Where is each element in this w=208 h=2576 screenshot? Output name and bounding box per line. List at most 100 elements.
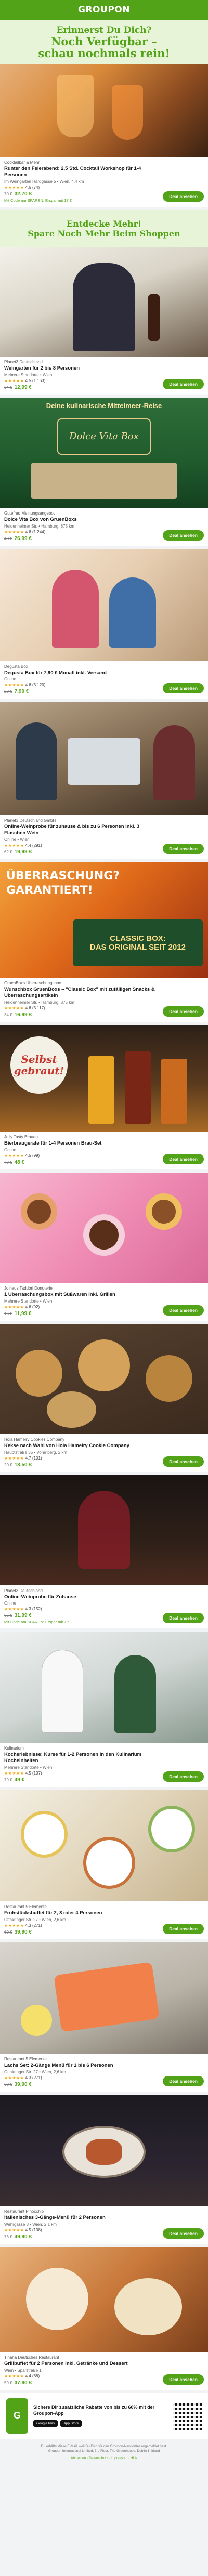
deal-image[interactable]: Deine kulinarische Mittelmeer-Reise Dolc…: [0, 397, 208, 508]
cocktail-glass-shape: [112, 85, 143, 140]
deal-location: Online: [4, 677, 17, 682]
deal-image[interactable]: [0, 1790, 208, 1902]
deal-title[interactable]: Italienisches 3-Gänge-Menü für 2 Persone…: [4, 2215, 204, 2221]
donut-shape: [21, 1193, 57, 1230]
deal-title[interactable]: Online-Weinprobe für zuhause & bis zu 6 …: [4, 824, 204, 836]
deal-title[interactable]: Wunschbox GruenBoxs – "Classic Box" mit …: [4, 987, 204, 999]
deal-image[interactable]: [0, 702, 208, 816]
deal-merchant: Kulinarium: [4, 1746, 24, 1751]
deal-card[interactable]: Restaurant 5 Elemente Frühstücksbuffet f…: [0, 1790, 208, 1942]
classic-box-label: CLASSIC BOX: DAS ORIGINAL SEIT 2012: [73, 919, 203, 967]
view-deal-button[interactable]: Deal ansehen: [163, 1771, 204, 1782]
person-shape: [153, 725, 195, 801]
person-shape: [73, 262, 135, 351]
deal-card[interactable]: Restaurant 5 Elemente Lachs Set: 2-Gänge…: [0, 1942, 208, 2095]
view-deal-button[interactable]: Deal ansehen: [163, 2075, 204, 2086]
deal-title[interactable]: Dolce Vita Box von GruenBoxs: [4, 517, 204, 523]
view-deal-button[interactable]: Deal ansehen: [163, 844, 204, 855]
deal-image[interactable]: Selbst gebraut!: [0, 1024, 208, 1132]
deal-card[interactable]: Planet3 Deutschland Weingarten für 2 bis…: [0, 247, 208, 398]
deal-card[interactable]: Planet3 Deutschland Online-Weinprobe für…: [0, 1475, 208, 1632]
donut-shape: [146, 1193, 182, 1230]
view-deal-button[interactable]: Deal ansehen: [163, 1153, 204, 1164]
deal-merchant: Planet3 Deutschland GmbH: [4, 818, 56, 823]
star-rating-icon: ★★★★★: [4, 2373, 24, 2378]
deal-location: Mehrere Standorte • Wien: [4, 1765, 53, 1770]
deal-title[interactable]: Kocherlebnisse: Kurse für 1-2 Personen i…: [4, 1752, 204, 1764]
star-rating-icon: ★★★★★: [4, 682, 24, 688]
view-deal-button[interactable]: Deal ansehen: [163, 1456, 204, 1467]
hero-banner: Erinnerst Du Dich? Noch Verfügbar – scha…: [0, 20, 208, 64]
deal-image[interactable]: [0, 2094, 208, 2206]
deal-card[interactable]: Deine kulinarische Mittelmeer-Reise Dolc…: [0, 397, 208, 549]
deal-merchant: Hola Hamelry Cookies Company: [4, 1437, 65, 1442]
deal-title[interactable]: Degusta Box für 7,90 € Monatl inkl. Vers…: [4, 670, 204, 676]
deal-card[interactable]: Kulinarium Kocherlebnisse: Kurse für 1-2…: [0, 1632, 208, 1791]
footer-links[interactable]: Abmelden · Datenschutz · Impressum · Hil…: [7, 2456, 201, 2461]
product-box-shape: [31, 462, 177, 499]
view-deal-button[interactable]: Deal ansehen: [163, 378, 204, 389]
view-deal-button[interactable]: Deal ansehen: [163, 530, 204, 541]
cookie-shape: [146, 1355, 192, 1402]
deal-card[interactable]: ÜBERRASCHUNG? GARANTIERT! CLASSIC BOX: DA…: [0, 862, 208, 1025]
deal-title[interactable]: Runter den Feierabend: 2,5 Std. Cocktail…: [4, 166, 204, 178]
deal-card[interactable]: Jolhaus Taddori Donuterie 1 Überraschung…: [0, 1172, 208, 1324]
deal-location: Mehrere Standorte • Wien: [4, 372, 53, 377]
deal-card[interactable]: Hola Hamelry Cookies Company Kekse nach …: [0, 1323, 208, 1475]
deal-title[interactable]: Frühstücksbuffet für 2, 3 oder 4 Persone…: [4, 1910, 204, 1916]
deal-merchant: Restaurant 5 Elemente: [4, 1904, 47, 1910]
deal-image[interactable]: [0, 2246, 208, 2352]
deal-image[interactable]: [0, 64, 208, 157]
dolce-vita-logo: Dolce Vita Box: [57, 418, 151, 455]
deal-merchant: Degusta Box: [4, 664, 28, 669]
deal-image[interactable]: [0, 1475, 208, 1585]
google-play-badge[interactable]: Google Play: [33, 2420, 58, 2427]
deal-title[interactable]: Bierbraugeräte für 1-4 Personen Brau-Set: [4, 1140, 204, 1147]
deal-merchant: Jolhaus Taddori Donuterie: [4, 1285, 53, 1291]
deal-image[interactable]: [0, 548, 208, 661]
deal-image[interactable]: [0, 1632, 208, 1743]
deal-image[interactable]: [0, 1172, 208, 1283]
deal-title[interactable]: 1 Überraschungsbox mit Süßwaren inkl. Gr…: [4, 1292, 204, 1298]
deal-card[interactable]: Selbst gebraut! Jolly Tasty Brauen Bierbr…: [0, 1024, 208, 1173]
wine-bottle-shape: [148, 294, 160, 341]
view-deal-button[interactable]: Deal ansehen: [163, 1924, 204, 1934]
email-page: GROUPON Erinnerst Du Dich? Noch Verfügba…: [0, 0, 208, 2576]
deal-title[interactable]: Lachs Set: 2-Gänge Menü für 1 bis 6 Pers…: [4, 2062, 204, 2069]
view-deal-button[interactable]: Deal ansehen: [163, 191, 204, 202]
qr-code-icon[interactable]: [173, 2401, 202, 2430]
deal-card[interactable]: Restaurant Pinocchio Italienisches 3-Gän…: [0, 2094, 208, 2247]
deal-card[interactable]: Tihaha Deutsches Restaurant Grillbuffet …: [0, 2246, 208, 2393]
deal-location: Online: [4, 1147, 17, 1152]
deal-image[interactable]: [0, 247, 208, 357]
star-rating-icon: ★★★★★: [4, 1771, 24, 1776]
deal-card[interactable]: Planet3 Deutschland GmbH Online-Weinprob…: [0, 702, 208, 863]
deal-title[interactable]: Grillbuffet für 2 Personen inkl. Getränk…: [4, 2361, 204, 2367]
view-deal-button[interactable]: Deal ansehen: [163, 2374, 204, 2385]
person-shape: [114, 1655, 156, 1733]
deal-image[interactable]: [0, 1942, 208, 2054]
deal-merchant: Cocktailbar & Mehr: [4, 160, 40, 165]
beer-glass-shape: [125, 1050, 151, 1124]
deal-card[interactable]: Degusta Box Degusta Box für 7,90 € Monat…: [0, 548, 208, 702]
groupon-logo[interactable]: GROUPON: [78, 5, 130, 15]
view-deal-button[interactable]: Deal ansehen: [163, 2228, 204, 2239]
deal-merchant: Restaurant 5 Elemente: [4, 2057, 47, 2061]
deal-image[interactable]: [0, 1323, 208, 1434]
deal-title[interactable]: Weingarten für 2 bis 8 Personen: [4, 365, 204, 372]
person-shape: [109, 577, 156, 648]
deal-title[interactable]: Kekse nach Wahl von Hola Hamelry Cookie …: [4, 1443, 204, 1449]
star-rating-icon: ★★★★★: [4, 843, 24, 848]
plate-shape: [114, 2278, 182, 2335]
deal-card[interactable]: Cocktailbar & Mehr Runter den Feierabend…: [0, 64, 208, 210]
app-store-badge[interactable]: App Store: [60, 2420, 82, 2427]
view-deal-button[interactable]: Deal ansehen: [163, 1305, 204, 1316]
view-deal-button[interactable]: Deal ansehen: [163, 683, 204, 694]
star-rating-icon: ★★★★★: [4, 2075, 24, 2080]
laptop-shape: [68, 738, 140, 785]
deal-location: Wehrgasse 3 • Wien, 2,1 km: [4, 2222, 57, 2227]
view-deal-button[interactable]: Deal ansehen: [163, 1006, 204, 1017]
deal-image[interactable]: ÜBERRASCHUNG? GARANTIERT! CLASSIC BOX: DA…: [0, 862, 208, 978]
view-deal-button[interactable]: Deal ansehen: [163, 1613, 204, 1624]
deal-title[interactable]: Online-Weinprobe für Zuhause: [4, 1594, 204, 1600]
